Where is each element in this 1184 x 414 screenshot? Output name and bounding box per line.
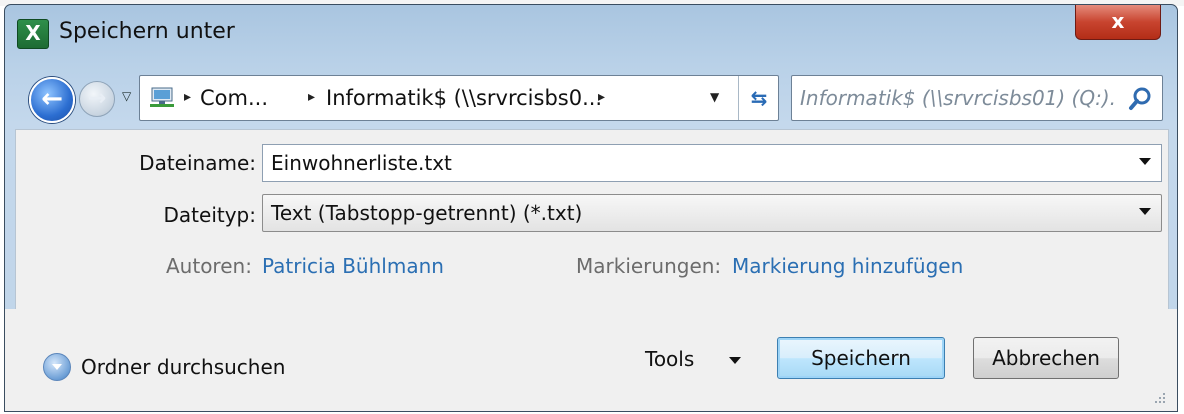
network-computer-icon xyxy=(150,87,174,107)
authors-label: Autoren: xyxy=(166,254,252,278)
close-button[interactable]: x xyxy=(1075,5,1161,40)
search-icon[interactable] xyxy=(1128,86,1154,112)
excel-icon: X xyxy=(17,19,49,49)
chevron-down-icon[interactable] xyxy=(729,357,741,364)
breadcrumb-arrow-icon[interactable]: ▸ xyxy=(184,89,191,105)
window-title: Speichern unter xyxy=(59,19,235,44)
back-button[interactable]: ← xyxy=(29,77,75,123)
filetype-select[interactable]: Text (Tabstopp-getrennt) (*.txt) xyxy=(262,194,1162,232)
add-tag-link[interactable]: Markierung hinzufügen xyxy=(732,254,963,278)
title-bar: X Speichern unter x xyxy=(5,5,1177,65)
save-button[interactable]: Speichern xyxy=(777,337,945,379)
filename-label: Dateiname: xyxy=(139,151,256,175)
tags-label: Markierungen: xyxy=(576,254,722,278)
filetype-value[interactable]: Text (Tabstopp-getrennt) (*.txt) xyxy=(271,201,582,225)
chevron-down-icon[interactable] xyxy=(1139,208,1151,215)
address-dropdown-icon[interactable]: ▼ xyxy=(710,90,719,104)
expand-circle-icon[interactable] xyxy=(43,353,71,381)
search-input[interactable] xyxy=(792,76,1114,120)
recent-locations-dropdown[interactable]: ▽ xyxy=(122,89,131,103)
search-box xyxy=(791,75,1163,121)
forward-button[interactable]: → xyxy=(79,81,115,117)
filename-field[interactable]: Einwohnerliste.txt xyxy=(262,144,1162,182)
address-bar[interactable]: ▸ Com... ▸ Informatik$ (\\srvrcisbs0... … xyxy=(139,75,779,121)
browse-folders-label[interactable]: Ordner durchsuchen xyxy=(81,355,285,379)
tools-menu[interactable]: Tools xyxy=(645,347,694,371)
filetype-label: Dateityp: xyxy=(163,203,256,227)
breadcrumb-arrow-icon[interactable]: ▸ xyxy=(308,89,315,105)
resize-grip-icon[interactable] xyxy=(1153,391,1167,405)
save-as-dialog: X Speichern unter x ← → ▽ ▸ Com... ▸ Inf… xyxy=(4,4,1178,412)
dialog-footer: Ordner durchsuchen Tools Speichern Abbre… xyxy=(5,309,1177,411)
navigation-bar: ← → ▽ ▸ Com... ▸ Informatik$ (\\srvrcisb… xyxy=(5,69,1177,125)
chevron-down-icon[interactable] xyxy=(1139,158,1151,165)
breadcrumb-arrow-icon[interactable]: ▸ xyxy=(598,89,605,105)
details-panel: Dateiname: Einwohnerliste.txt Dateityp: … xyxy=(15,129,1169,311)
authors-value[interactable]: Patricia Bühlmann xyxy=(262,254,444,278)
cancel-button[interactable]: Abbrechen xyxy=(973,337,1119,379)
refresh-button[interactable]: ⇆ xyxy=(738,76,779,120)
filename-value[interactable]: Einwohnerliste.txt xyxy=(271,151,452,175)
breadcrumb-informatik[interactable]: Informatik$ (\\srvrcisbs0... xyxy=(326,86,602,110)
breadcrumb-computer[interactable]: Com... xyxy=(200,86,268,110)
